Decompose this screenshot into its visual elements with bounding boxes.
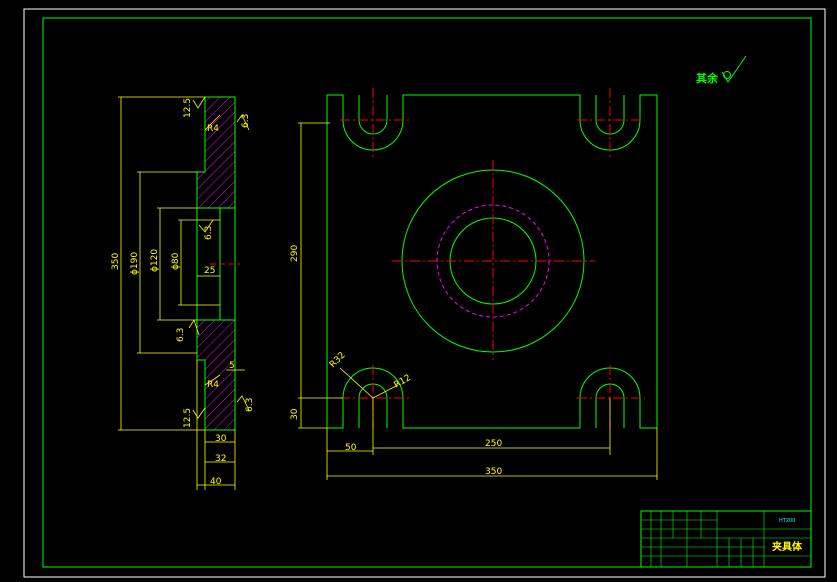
dim-32: 32	[215, 454, 226, 464]
dim-350-front: 350	[485, 467, 502, 477]
roughness-mark-icon	[192, 407, 206, 419]
outer-border	[23, 8, 826, 578]
section-hatch-bottom	[196, 319, 236, 431]
dim-50: 50	[345, 443, 357, 453]
roughness-value: 6.3	[241, 114, 251, 128]
roughness-note-text: 其余	[696, 71, 719, 85]
roughness-value: 6.3	[245, 398, 255, 412]
surface-roughness-note: 其余	[696, 55, 747, 85]
roughness-value: 12.5	[183, 98, 193, 118]
tb-material: HT200	[779, 518, 795, 524]
roughness-value: 6.3	[176, 328, 186, 342]
title-block: HT200 夹具体	[640, 510, 812, 568]
dim-r4-bottom: R4	[207, 380, 219, 390]
dim-30-side: 30	[215, 434, 227, 444]
dim-r32: R32	[328, 351, 348, 371]
dim-5: 5	[229, 361, 235, 371]
leader-r12	[372, 384, 399, 399]
roughness-value: 6.3	[204, 226, 214, 240]
cad-drawing: 其余 350 ϕ190 ϕ120 ϕ80 25 R4 R4 5 30 32 40…	[23, 8, 826, 578]
front-view: 290 30 50 250 350 R32 R12	[290, 88, 658, 480]
roughness-mark-icon	[192, 96, 206, 109]
side-section-view: 350 ϕ190 ϕ120 ϕ80 25 R4 R4 5 30 32 40 12…	[111, 96, 255, 490]
dim-d120: ϕ120	[150, 249, 160, 272]
dim-250: 250	[485, 439, 502, 449]
dim-350: 350	[111, 253, 121, 270]
dim-r12: R12	[393, 373, 413, 391]
roughness-value: 12.5	[183, 408, 193, 428]
section-hatch-top	[196, 96, 236, 209]
roughness-circle-icon	[723, 71, 731, 79]
dim-290: 290	[290, 245, 300, 262]
dim-40: 40	[210, 477, 222, 487]
dim-d190: ϕ190	[130, 252, 140, 275]
tb-part-name: 夹具体	[772, 540, 803, 553]
dim-25: 25	[204, 266, 215, 276]
dim-d80: ϕ80	[171, 252, 181, 270]
dim-30-front: 30	[290, 408, 300, 420]
dim-r4-top: R4	[207, 124, 219, 134]
inner-border	[42, 17, 812, 568]
